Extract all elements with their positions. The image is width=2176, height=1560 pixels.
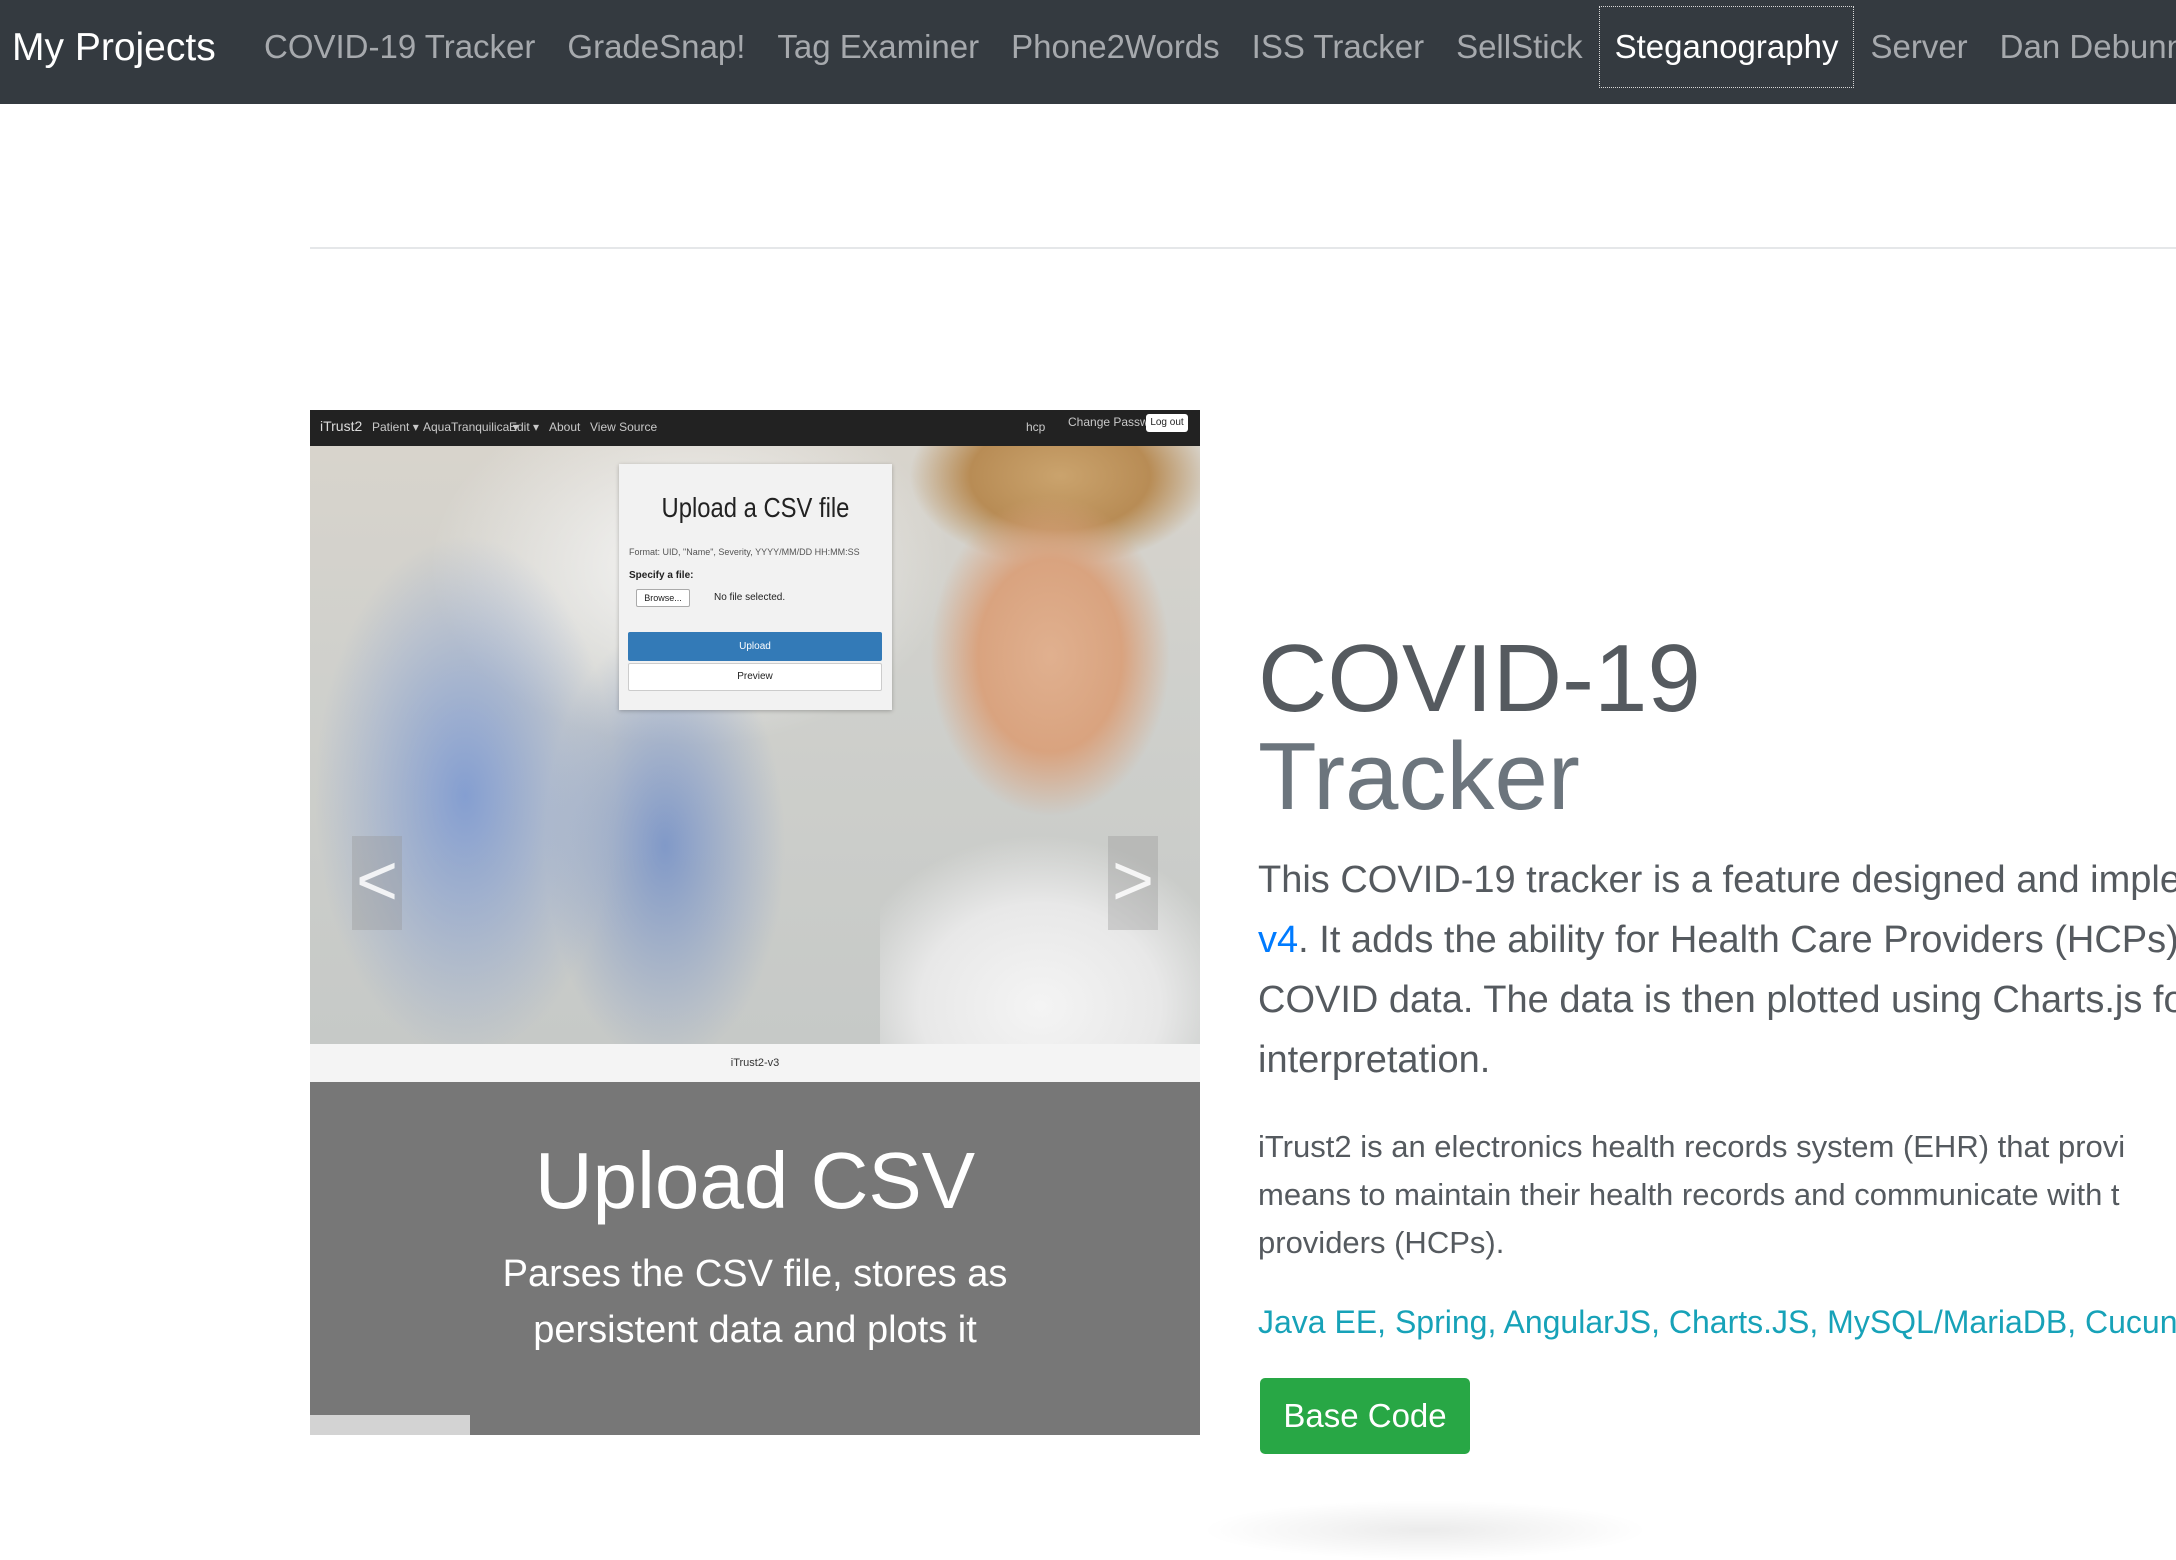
screenshot-nav-aquatranquilica: AquaTranquilica ▾	[423, 420, 519, 434]
chevron-right-icon: >	[1111, 841, 1155, 921]
screenshot-nav-edit: Edit ▾	[509, 420, 540, 434]
project-title-line2: Tracker	[1258, 723, 1580, 830]
screenshot-nav-about: About	[549, 420, 581, 434]
slide-screenshot: iTrust2 Patient ▾ AquaTranquilica ▾ Edit…	[310, 410, 1200, 1082]
project-title: COVID-19 Tracker	[1258, 630, 2176, 826]
upload-csv-card: Upload a CSV file Format: UID, "Name", S…	[619, 464, 892, 710]
carousel-caption-text: Parses the CSV file, stores as persisten…	[502, 1253, 1008, 1351]
lead-line-3: COVID data. The data is then plotted usi…	[1258, 979, 2176, 1021]
nav-item-gradesnap[interactable]: GradeSnap!	[551, 0, 761, 94]
carousel-caption-title: Upload CSV	[534, 1136, 976, 1225]
upload-card-title: Upload a CSV file	[661, 492, 850, 523]
nav-list: COVID-19 Tracker GradeSnap! Tag Examiner Ph…	[248, 0, 2176, 104]
screenshot-nav-view-source: View Source	[590, 420, 658, 434]
carousel-prev-button[interactable]: <	[352, 836, 402, 930]
tech-stack: Java EE, Spring, AngularJS, Charts.JS, M…	[1258, 1304, 2176, 1340]
project-description: iTrust2 is an electronics health records…	[1258, 1123, 2176, 1267]
desc-line-3: providers (HCPs).	[1258, 1225, 1505, 1260]
nav-item-covid-19-tracker[interactable]: COVID-19 Tracker	[248, 0, 551, 94]
project-title-line1: COVID-19	[1258, 625, 1701, 732]
nav-item-phone2words[interactable]: Phone2Words	[995, 0, 1236, 94]
upload-card-preview-button: Preview	[628, 663, 882, 691]
lead-line-2: v4. It adds the ability for Health Care …	[1258, 910, 2176, 970]
screenshot-caption: iTrust2-v3	[310, 1044, 1200, 1082]
nav-item-steganography[interactable]: Steganography	[1598, 0, 1855, 94]
lead-line-2-text: . It adds the ability for Health Care Pr…	[1298, 919, 2176, 961]
lead-line-1: This COVID-19 tracker is a feature desig…	[1258, 859, 2176, 901]
chevron-left-icon: <	[355, 841, 399, 921]
nav-item-sellstick[interactable]: SellStick	[1440, 0, 1599, 94]
lead-line-4: interpretation.	[1258, 1039, 1491, 1081]
nav-item-dan-debunner[interactable]: Dan Debunner	[1984, 0, 2176, 94]
upload-card-browse-button: Browse...	[636, 589, 690, 607]
carousel-progress-fill	[310, 1415, 471, 1435]
screenshot-logout-button: Log out	[1146, 414, 1188, 432]
navbar-brand[interactable]: My Projects	[12, 22, 216, 74]
upload-card-specify-label: Specify a file:	[629, 570, 694, 581]
upload-card-no-file: No file selected.	[714, 592, 786, 603]
desc-line-2: means to maintain their health records a…	[1258, 1177, 2120, 1212]
upload-card-format: Format: UID, "Name", Severity, YYYY/MM/D…	[629, 547, 860, 557]
base-code-button[interactable]: Base Code	[1260, 1378, 1470, 1454]
section-divider	[310, 247, 2176, 249]
itrust-version-link[interactable]: v4	[1258, 919, 1298, 961]
project-lead: This COVID-19 tracker is a feature desig…	[1258, 850, 2176, 1090]
doctor-figure	[880, 446, 1200, 1044]
carousel-next-button[interactable]: >	[1108, 836, 1158, 930]
top-navbar: My Projects COVID-19 Tracker GradeSnap! Ta…	[0, 0, 2176, 104]
carousel-progress	[310, 1415, 1200, 1435]
footer-shadow	[1200, 1500, 1650, 1560]
screenshot-brand: iTrust2	[320, 418, 363, 434]
upload-card-upload-button: Upload	[628, 632, 882, 661]
nav-item-tag-examiner[interactable]: Tag Examiner	[761, 0, 995, 94]
nav-item-server[interactable]: Server	[1854, 0, 1983, 94]
project-carousel: iTrust2 Patient ▾ AquaTranquilica ▾ Edit…	[310, 410, 1200, 1435]
screenshot-navbar: iTrust2 Patient ▾ AquaTranquilica ▾ Edit…	[310, 410, 1200, 446]
desc-line-1: iTrust2 is an electronics health records…	[1258, 1129, 2126, 1164]
screenshot-nav-user: hcp	[1026, 420, 1046, 434]
nav-item-iss-tracker[interactable]: ISS Tracker	[1236, 0, 1440, 94]
screenshot-nav-patient: Patient ▾	[372, 420, 419, 434]
